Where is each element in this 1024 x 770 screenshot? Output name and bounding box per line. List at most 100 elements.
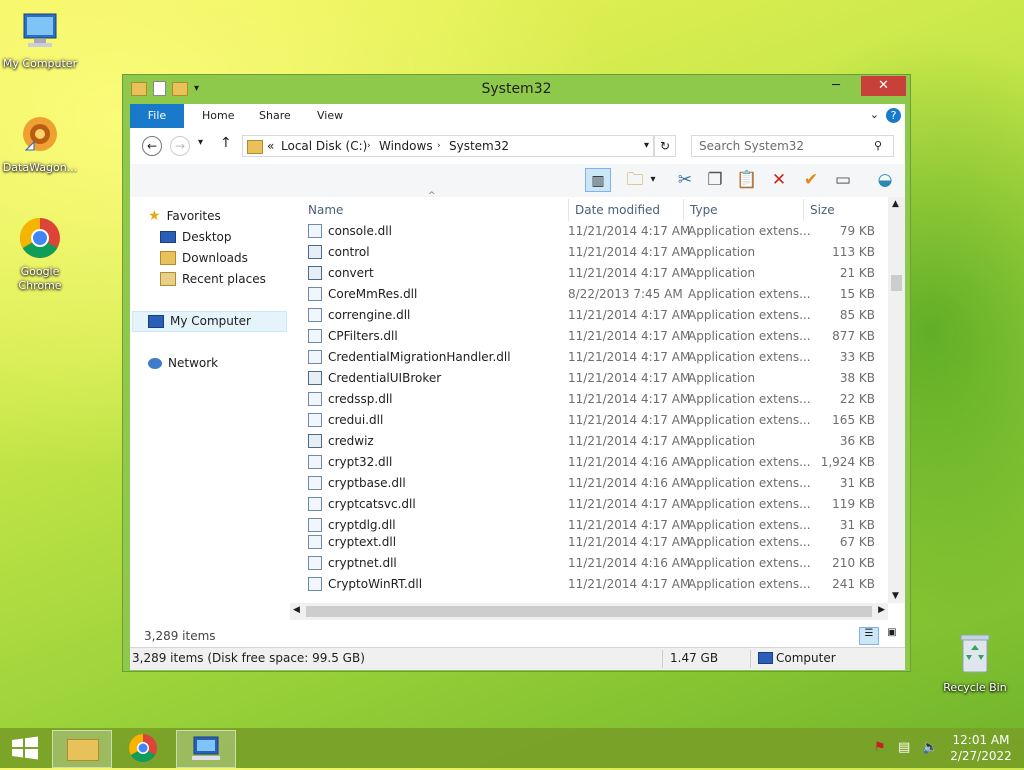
close-button[interactable]: ✕ — [861, 76, 906, 96]
taskbar-chrome[interactable] — [114, 730, 172, 766]
rename-icon[interactable]: ✔ — [798, 168, 824, 192]
up-button[interactable]: ↑ — [220, 135, 232, 151]
breadcrumb-windows[interactable]: Windows — [379, 136, 433, 156]
chevron-down-icon[interactable]: ▾ — [646, 168, 660, 192]
network-status-icon[interactable]: ▤ — [898, 728, 910, 768]
file-size: 38 KB — [839, 371, 875, 385]
paste-icon[interactable]: 📋 — [734, 168, 760, 192]
chevron-down-icon[interactable]: ⌄ — [870, 108, 879, 121]
vertical-scrollbar[interactable]: ▲ ▼ — [888, 197, 905, 603]
navigation-pane: ★ Favorites Desktop Downloads Recent plac… — [130, 197, 290, 617]
start-button[interactable] — [10, 736, 40, 760]
file-browser: ★ Favorites Desktop Downloads Recent plac… — [130, 191, 905, 625]
minimize-button[interactable]: ─ — [821, 76, 851, 96]
file-date: 11/21/2014 4:17 AM — [568, 413, 691, 427]
back-button[interactable]: ← — [142, 136, 162, 156]
dll-file-icon — [308, 224, 322, 238]
dll-file-icon — [308, 497, 322, 511]
nav-desktop[interactable]: Desktop — [160, 227, 232, 247]
forward-button[interactable]: → — [170, 136, 190, 156]
file-date: 11/21/2014 4:17 AM — [568, 329, 691, 343]
refresh-button[interactable]: ↻ — [654, 135, 676, 157]
table-row[interactable]: credwiz 11/21/2014 4:17 AM Application 36 K… — [300, 431, 875, 452]
properties-icon[interactable]: ▭ — [830, 168, 856, 192]
tab-file[interactable]: File — [130, 104, 184, 128]
action-center-flag-icon[interactable]: ⚑ — [874, 728, 886, 768]
file-type: Application extens... — [688, 535, 811, 549]
table-row[interactable]: cryptbase.dll 11/21/2014 4:16 AM Applicati… — [300, 473, 875, 494]
search-icon[interactable]: ⚲ — [874, 139, 882, 152]
column-header-date[interactable]: Date modified — [568, 199, 660, 221]
dll-file-icon — [308, 392, 322, 406]
tab-share[interactable]: Share — [247, 104, 303, 128]
table-row[interactable]: CPFilters.dll 11/21/2014 4:17 AM Applicati… — [300, 326, 875, 347]
table-row[interactable]: cryptext.dll 11/21/2014 4:17 AM Applicatio… — [300, 532, 875, 553]
table-row[interactable]: cryptcatsvc.dll 11/21/2014 4:17 AM Applica… — [300, 494, 875, 515]
clock-time[interactable]: 12:01 AM — [950, 733, 1012, 747]
file-name: cryptnet.dll — [328, 556, 397, 570]
taskbar-remote-desktop[interactable] — [176, 730, 236, 768]
nav-recent-places[interactable]: Recent places — [160, 269, 266, 289]
file-size: 67 KB — [839, 535, 875, 549]
chevron-down-icon[interactable]: ▾ — [644, 136, 649, 156]
table-row[interactable]: convert 11/21/2014 4:17 AM Application 21 K… — [300, 263, 875, 284]
column-header-name[interactable]: Name — [308, 199, 343, 221]
delete-icon[interactable]: ✕ — [766, 168, 792, 192]
nav-my-computer[interactable]: My Computer — [148, 311, 251, 331]
desktop-icon-my-computer[interactable]: My Computer — [0, 10, 80, 71]
scroll-thumb[interactable] — [306, 606, 872, 617]
file-type: Application extens... — [688, 476, 811, 490]
folder-options-icon[interactable]: 🗀 — [622, 168, 648, 192]
search-input[interactable]: Search System32 — [691, 135, 894, 157]
desktop-icon-chrome[interactable]: Google Chrome — [0, 214, 80, 293]
clock-date[interactable]: 2/27/2022 — [950, 749, 1012, 763]
breadcrumb-system32[interactable]: System32 — [449, 136, 509, 156]
copy-icon[interactable]: ❐ — [702, 168, 728, 192]
table-row[interactable]: CredentialMigrationHandler.dll 11/21/2014… — [300, 347, 875, 368]
file-size: 21 KB — [839, 266, 875, 280]
file-type: Application extens... — [688, 497, 811, 511]
scroll-thumb[interactable] — [891, 275, 902, 291]
scroll-up-icon[interactable]: ▲ — [892, 199, 899, 209]
table-row[interactable]: credui.dll 11/21/2014 4:17 AM Application … — [300, 410, 875, 431]
file-name: correngine.dll — [328, 308, 411, 322]
network-icon[interactable]: ◒ — [872, 168, 898, 192]
desktop-icon-recycle-bin[interactable]: Recycle Bin — [935, 630, 1015, 695]
large-icons-view-button[interactable]: ▣ — [883, 627, 901, 643]
nav-downloads[interactable]: Downloads — [160, 248, 248, 268]
scroll-left-icon[interactable]: ◀ — [293, 605, 300, 615]
scroll-right-icon[interactable]: ▶ — [878, 605, 885, 615]
details-view-button[interactable]: ☰ — [859, 627, 879, 645]
taskbar: ⚑ ▤ 🔈 12:01 AM 2/27/2022 — [0, 728, 1024, 768]
address-bar[interactable]: « Local Disk (C:) › Windows › System32 ▾ — [242, 135, 654, 157]
table-row[interactable]: control 11/21/2014 4:17 AM Application 113 … — [300, 242, 875, 263]
table-row[interactable]: crypt32.dll 11/21/2014 4:16 AM Application… — [300, 452, 875, 473]
nav-favorites[interactable]: ★ Favorites — [148, 206, 221, 226]
column-header-size[interactable]: Size — [803, 199, 835, 221]
file-date: 11/21/2014 4:17 AM — [568, 577, 691, 591]
table-row[interactable]: CredentialUIBroker 11/21/2014 4:17 AM Appl… — [300, 368, 875, 389]
taskbar-file-explorer[interactable] — [52, 730, 112, 768]
help-icon[interactable]: ? — [886, 108, 901, 123]
table-row[interactable]: CoreMmRes.dll 8/22/2013 7:45 AM Applicatio… — [300, 284, 875, 305]
breadcrumb-local-disk[interactable]: Local Disk (C:) — [281, 136, 367, 156]
tab-home[interactable]: Home — [190, 104, 246, 128]
preview-pane-button[interactable]: ▥ — [585, 168, 611, 192]
table-row[interactable]: credssp.dll 11/21/2014 4:17 AM Application… — [300, 389, 875, 410]
scroll-down-icon[interactable]: ▼ — [892, 591, 899, 601]
table-row[interactable]: cryptnet.dll 11/21/2014 4:16 AM Applicatio… — [300, 553, 875, 574]
nav-network[interactable]: Network — [148, 353, 218, 373]
table-row[interactable]: correngine.dll 11/21/2014 4:17 AM Applicat… — [300, 305, 875, 326]
recent-locations-button[interactable]: ▾ — [198, 137, 203, 148]
desktop-icon-datawagon[interactable]: DataWagon... — [0, 110, 80, 175]
window-title: System32 — [481, 81, 552, 97]
horizontal-scrollbar[interactable]: ◀ ▶ — [290, 603, 888, 620]
tab-view[interactable]: View — [305, 104, 355, 128]
column-header-type[interactable]: Type — [683, 199, 718, 221]
table-row[interactable]: console.dll 11/21/2014 4:17 AM Application… — [300, 221, 875, 242]
volume-muted-icon[interactable]: 🔈 — [922, 728, 938, 768]
dll-file-icon — [308, 556, 322, 570]
title-bar[interactable]: ▾ System32 ─ ☐ ✕ — [123, 75, 910, 103]
table-row[interactable]: CryptoWinRT.dll 11/21/2014 4:17 AM Applica… — [300, 574, 875, 595]
cut-icon[interactable]: ✂ — [672, 168, 698, 192]
